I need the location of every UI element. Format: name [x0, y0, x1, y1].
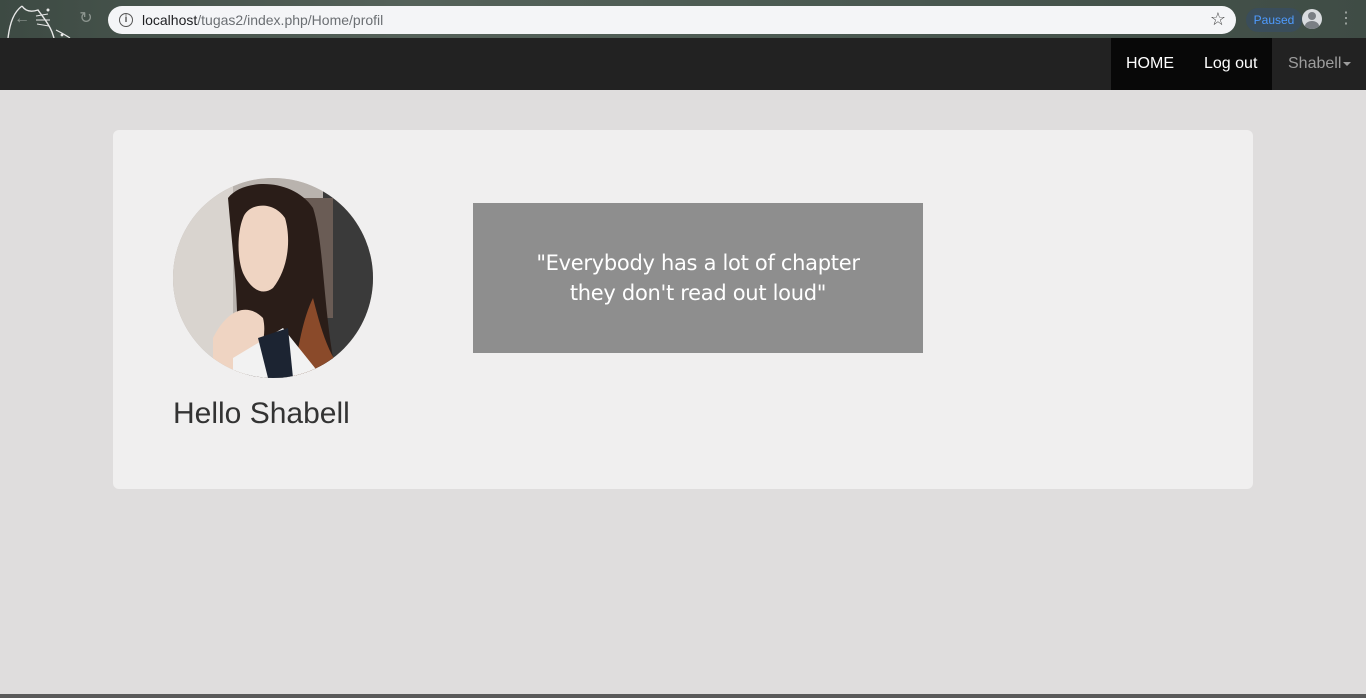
- app-navbar: HOME Log out Shabell: [0, 38, 1366, 90]
- menu-icon[interactable]: ⋮: [1338, 10, 1354, 28]
- nav-logout-link[interactable]: Log out: [1189, 38, 1272, 90]
- taskbar-edge: [0, 694, 1366, 698]
- reload-icon[interactable]: ↻: [76, 9, 96, 29]
- star-icon[interactable]: ☆: [1210, 9, 1226, 30]
- quote-line-1: "Everybody has a lot of chapter: [536, 251, 860, 275]
- paused-badge[interactable]: Paused: [1246, 8, 1302, 32]
- browser-toolbar: ← ↻ i localhost/tugas2/index.php/Home/pr…: [0, 0, 1366, 38]
- back-icon[interactable]: ←: [12, 9, 32, 29]
- user-dropdown-label: Shabell: [1288, 55, 1342, 72]
- profile-card: Hello Shabell "Everybody has a lot of ch…: [113, 130, 1253, 489]
- address-bar[interactable]: i localhost/tugas2/index.php/Home/profil…: [108, 6, 1236, 34]
- nav-home-link[interactable]: HOME: [1111, 38, 1189, 90]
- greeting-text: Hello Shabell: [173, 397, 350, 430]
- avatar-photo: [173, 178, 373, 378]
- quote-box: "Everybody has a lot of chapter they don…: [473, 203, 923, 353]
- url-text[interactable]: localhost/tugas2/index.php/Home/profil: [142, 12, 383, 28]
- caret-down-icon: [1343, 61, 1352, 66]
- nav-links: HOME Log out: [1111, 38, 1273, 90]
- avatar: [173, 178, 373, 378]
- quote-line-2: they don't read out loud": [569, 281, 827, 305]
- url-host: localhost: [142, 12, 198, 28]
- quote-text: "Everybody has a lot of chapter they don…: [518, 248, 878, 308]
- user-dropdown[interactable]: Shabell: [1273, 38, 1366, 90]
- url-path: /tugas2/index.php/Home/profil: [197, 12, 384, 28]
- info-icon[interactable]: i: [119, 13, 133, 27]
- profile-icon[interactable]: [1302, 9, 1322, 29]
